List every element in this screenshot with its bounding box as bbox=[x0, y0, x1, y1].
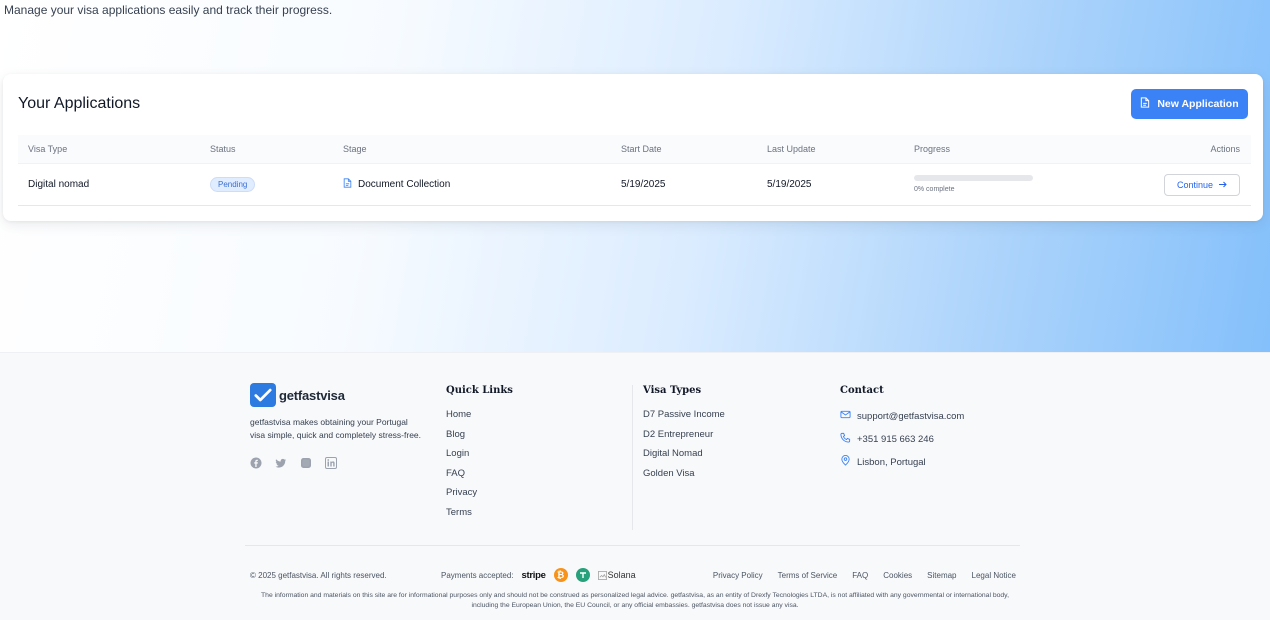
contact-email[interactable]: support@getfastvisa.com bbox=[840, 409, 1020, 423]
social-links bbox=[250, 457, 422, 469]
continue-button[interactable]: Continue bbox=[1164, 174, 1240, 196]
legal-links: Privacy Policy Terms of Service FAQ Cook… bbox=[713, 571, 1016, 580]
legal-link-sitemap[interactable]: Sitemap bbox=[927, 571, 956, 580]
footer-link-digital-nomad[interactable]: Digital Nomad bbox=[643, 448, 823, 459]
quick-links-title: Quick Links bbox=[446, 385, 513, 396]
copyright: © 2025 getfastvisa. All rights reserved. bbox=[250, 570, 387, 580]
progress-bar bbox=[914, 175, 1033, 181]
column-header: Actions bbox=[1210, 144, 1240, 154]
facebook-icon[interactable] bbox=[250, 457, 262, 469]
table-header: Visa Type Status Stage Start Date Last U… bbox=[18, 135, 1251, 163]
footer: getfastvisa getfastvisa makes obtaining … bbox=[0, 352, 1270, 620]
logo[interactable]: getfastvisa bbox=[250, 383, 422, 407]
start-date-cell: 5/19/2025 bbox=[621, 179, 666, 190]
linkedin-icon[interactable] bbox=[325, 457, 337, 469]
footer-link-terms[interactable]: Terms bbox=[446, 507, 632, 518]
mail-icon bbox=[840, 409, 851, 423]
document-icon bbox=[343, 178, 352, 191]
column-header: Start Date bbox=[621, 144, 662, 154]
footer-bottom-bar: © 2025 getfastvisa. All rights reserved.… bbox=[250, 568, 1016, 582]
visa-types-column: Visa Types D7 Passive Income D2 Entrepre… bbox=[643, 385, 823, 487]
checkmark-logo-icon bbox=[250, 383, 276, 407]
footer-link-home[interactable]: Home bbox=[446, 409, 632, 420]
contact-location-text: Lisbon, Portugal bbox=[857, 456, 926, 468]
column-header: Status bbox=[210, 144, 236, 154]
brand-description: getfastvisa makes obtaining your Portuga… bbox=[250, 417, 422, 440]
quick-links-column: Quick Links Home Blog Login FAQ Privacy … bbox=[446, 385, 633, 530]
twitter-icon[interactable] bbox=[275, 457, 287, 469]
contact-column: Contact support@getfastvisa.com +351 915… bbox=[840, 385, 1020, 478]
legal-link-privacy-policy[interactable]: Privacy Policy bbox=[713, 571, 763, 580]
footer-link-golden-visa[interactable]: Golden Visa bbox=[643, 468, 823, 479]
applications-title: Your Applications bbox=[18, 95, 141, 112]
column-header: Visa Type bbox=[28, 144, 68, 154]
instagram-icon[interactable] bbox=[300, 457, 312, 469]
solana-logo: Solana bbox=[597, 570, 636, 580]
footer-link-faq[interactable]: FAQ bbox=[446, 468, 632, 479]
phone-icon bbox=[840, 432, 851, 446]
payments-accepted: Payments accepted: stripe ₿ Solana bbox=[441, 568, 691, 582]
stage-label: Document Collection bbox=[358, 179, 451, 190]
column-header: Progress bbox=[914, 144, 951, 154]
column-header: Stage bbox=[343, 144, 367, 154]
document-icon bbox=[1140, 97, 1150, 111]
footer-link-d2[interactable]: D2 Entrepreneur bbox=[643, 429, 823, 440]
stripe-logo: stripe bbox=[521, 569, 546, 581]
legal-disclaimer: The information and materials on this si… bbox=[261, 592, 1009, 609]
legal-link-terms-of-service[interactable]: Terms of Service bbox=[778, 571, 838, 580]
progress-cell: 0% complete bbox=[914, 175, 1033, 193]
contact-phone[interactable]: +351 915 663 246 bbox=[840, 432, 1020, 446]
progress-text: 0% complete bbox=[914, 186, 955, 193]
payments-label: Payments accepted: bbox=[441, 570, 514, 580]
footer-link-blog[interactable]: Blog bbox=[446, 429, 632, 440]
new-application-label: New Application bbox=[1157, 98, 1239, 110]
table-row: Digital nomad Pending Document Collectio… bbox=[18, 163, 1251, 206]
contact-email-text: support@getfastvisa.com bbox=[857, 410, 965, 422]
contact-phone-text: +351 915 663 246 bbox=[857, 433, 934, 445]
bitcoin-icon: ₿ bbox=[553, 568, 568, 582]
map-pin-icon bbox=[840, 455, 851, 469]
footer-brand: getfastvisa getfastvisa makes obtaining … bbox=[250, 383, 422, 469]
stage-cell: Document Collection bbox=[343, 178, 450, 191]
legal-link-legal-notice[interactable]: Legal Notice bbox=[972, 571, 1016, 580]
continue-label: Continue bbox=[1176, 180, 1214, 190]
footer-link-privacy[interactable]: Privacy bbox=[446, 487, 632, 498]
page-subtitle: Manage your visa applications easily and… bbox=[4, 3, 333, 17]
applications-card: Your Applications New Application Visa T… bbox=[3, 74, 1263, 221]
visa-type-cell: Digital nomad bbox=[28, 179, 90, 190]
column-header: Last Update bbox=[767, 144, 816, 154]
legal-link-faq[interactable]: FAQ bbox=[852, 571, 868, 580]
last-update-cell: 5/19/2025 bbox=[767, 179, 812, 190]
tether-icon bbox=[575, 568, 590, 582]
contact-location: Lisbon, Portugal bbox=[840, 455, 1020, 469]
footer-link-d7[interactable]: D7 Passive Income bbox=[643, 409, 823, 420]
broken-image-icon bbox=[597, 570, 607, 580]
solana-label: Solana bbox=[607, 570, 636, 580]
new-application-button[interactable]: New Application bbox=[1131, 89, 1248, 119]
legal-link-cookies[interactable]: Cookies bbox=[883, 571, 912, 580]
applications-table: Visa Type Status Stage Start Date Last U… bbox=[18, 135, 1251, 206]
contact-title: Contact bbox=[840, 385, 884, 396]
arrow-right-icon bbox=[1219, 180, 1227, 190]
visa-types-title: Visa Types bbox=[643, 385, 702, 396]
status-badge: Pending bbox=[210, 177, 256, 192]
brand-name: getfastvisa bbox=[279, 387, 345, 403]
status-cell: Pending bbox=[210, 177, 256, 192]
footer-divider bbox=[245, 545, 1020, 546]
footer-link-login[interactable]: Login bbox=[446, 448, 632, 459]
